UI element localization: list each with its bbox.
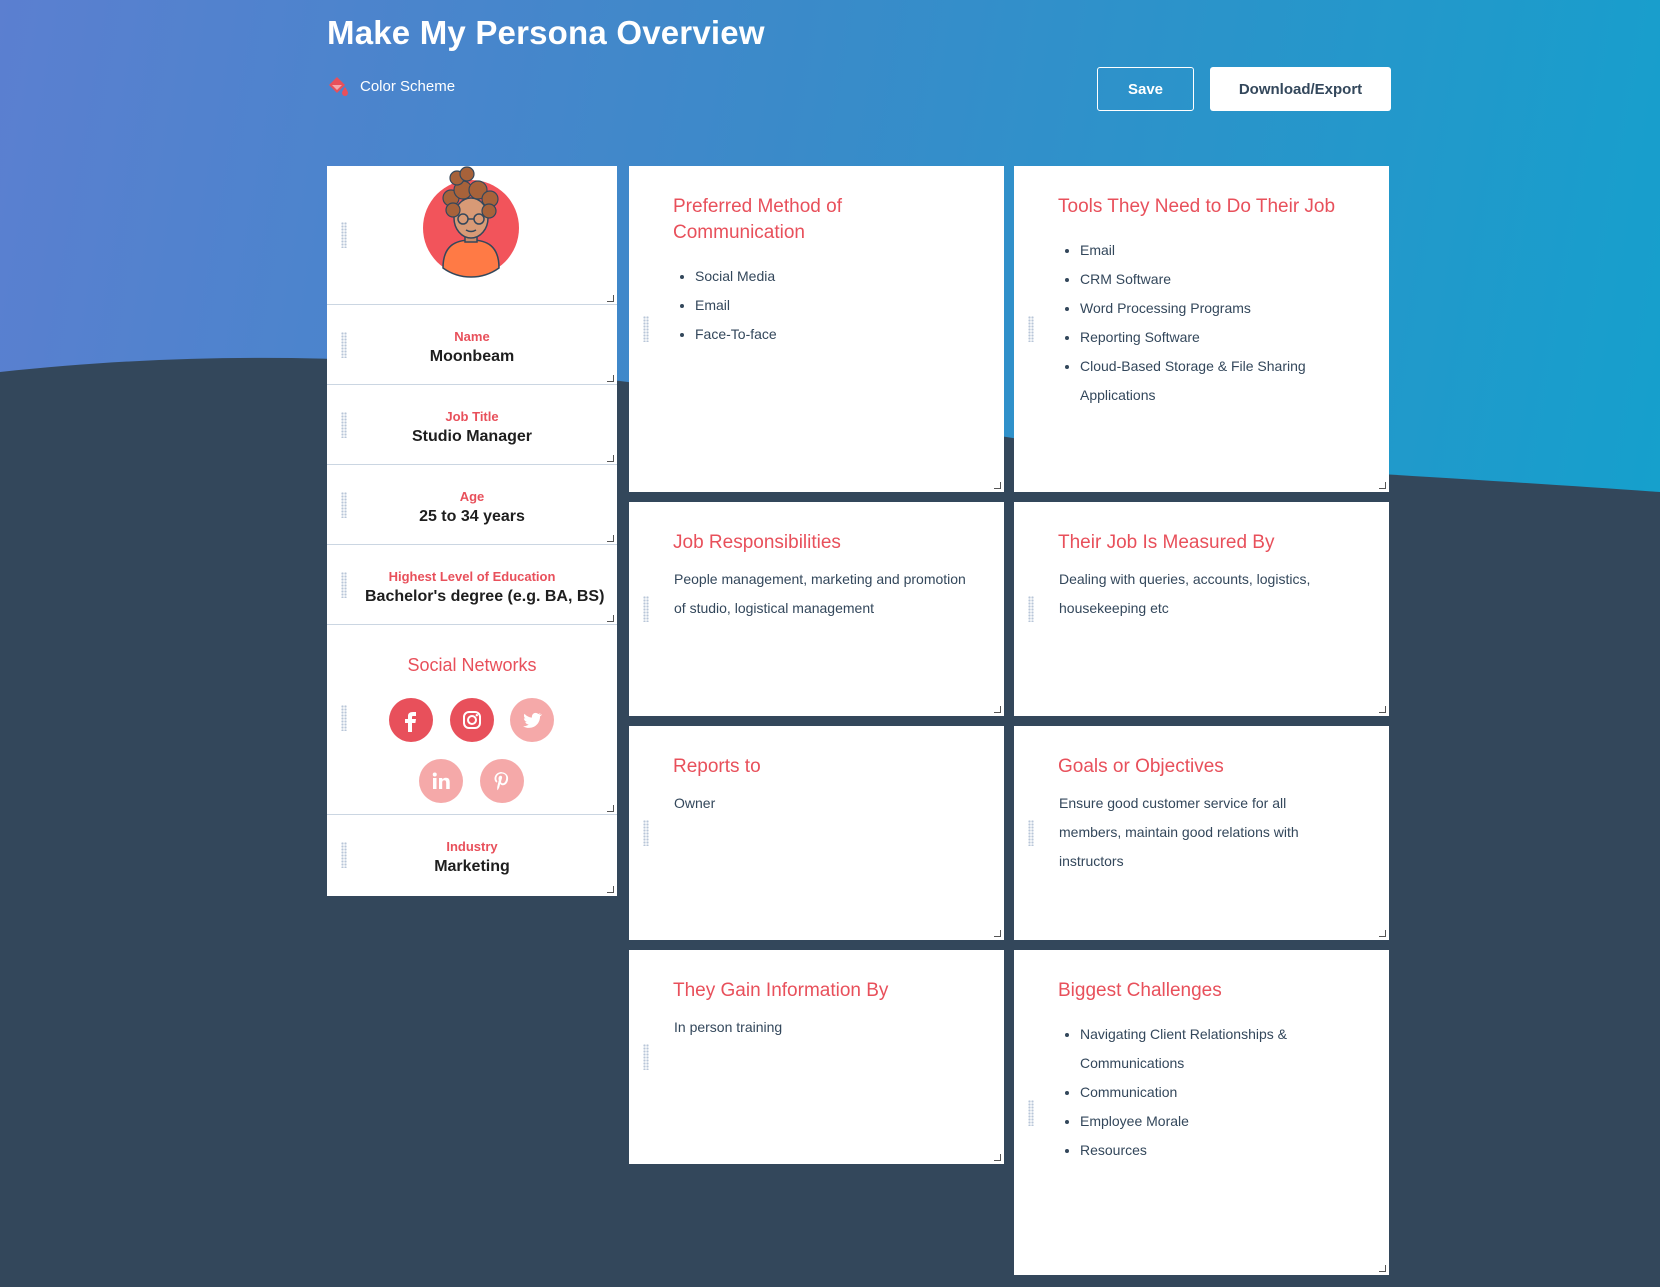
resize-handle[interactable] <box>994 706 1001 713</box>
list-item: Resources <box>1059 1136 1319 1165</box>
resize-handle[interactable] <box>994 482 1001 489</box>
download-export-button[interactable]: Download/Export <box>1210 67 1391 111</box>
social-networks-title: Social Networks <box>407 655 537 675</box>
communication-list: Social Media Email Face-To-face <box>674 262 777 349</box>
list-item: Communication <box>1059 1078 1319 1107</box>
education-value: Bachelor's degree (e.g. BA, BS) <box>365 588 605 605</box>
list-item: Navigating Client Relationships & Commun… <box>1059 1020 1319 1078</box>
page-title: Make My Persona Overview <box>327 14 765 51</box>
list-item: CRM Software <box>1059 265 1339 294</box>
name-value: Moonbeam <box>429 348 515 365</box>
industry-value: Marketing <box>434 858 510 875</box>
card-title: Preferred Method of Communication <box>673 196 842 243</box>
list-item: Email <box>1059 236 1339 265</box>
communication-card[interactable]: Preferred Method of Communication Social… <box>629 166 1004 492</box>
resize-handle[interactable] <box>1379 482 1386 489</box>
avatar-section <box>327 166 617 305</box>
social-networks-section: Social Networks <box>327 625 617 815</box>
measured-by-card[interactable]: Their Job Is Measured By Dealing with qu… <box>1014 502 1389 716</box>
card-text: Dealing with queries, accounts, logistic… <box>1059 571 1311 616</box>
age-label: Age <box>459 489 485 504</box>
card-text: In person training <box>674 1019 783 1035</box>
age-value: 25 to 34 years <box>419 508 525 525</box>
reports-to-card[interactable]: Reports to Owner <box>629 726 1004 940</box>
education-label: Highest Level of Education <box>388 569 556 584</box>
resize-handle[interactable] <box>1379 1265 1386 1272</box>
card-title: They Gain Information By <box>673 980 889 1001</box>
list-item: Reporting Software <box>1059 323 1339 352</box>
drag-handle[interactable] <box>341 222 347 248</box>
card-text: Ensure good customer service for all mem… <box>1059 795 1299 869</box>
paint-bucket-icon <box>329 77 348 96</box>
resize-handle[interactable] <box>607 295 614 302</box>
drag-handle[interactable] <box>341 705 347 731</box>
list-item: Word Processing Programs <box>1059 294 1339 323</box>
card-text: People management, marketing and promoti… <box>674 571 966 616</box>
list-item: Social Media <box>674 262 777 291</box>
card-title: Reports to <box>673 756 761 777</box>
pinterest-icon[interactable] <box>480 759 524 803</box>
drag-handle[interactable] <box>643 820 649 846</box>
resize-handle[interactable] <box>607 455 614 462</box>
resize-handle[interactable] <box>607 886 614 893</box>
name-field[interactable]: Name Moonbeam <box>327 305 617 385</box>
color-scheme-label: Color Scheme <box>360 77 456 95</box>
challenges-list: Navigating Client Relationships & Commun… <box>1059 1020 1319 1165</box>
card-title: Goals or Objectives <box>1058 756 1224 777</box>
resize-handle[interactable] <box>1379 706 1386 713</box>
color-scheme-button[interactable]: Color Scheme <box>326 74 455 98</box>
linkedin-icon[interactable] <box>419 759 463 803</box>
information-card[interactable]: They Gain Information By In person train… <box>629 950 1004 1164</box>
card-title: Their Job Is Measured By <box>1058 532 1275 553</box>
challenges-card[interactable]: Biggest Challenges Navigating Client Rel… <box>1014 950 1389 1275</box>
resize-handle[interactable] <box>607 805 614 812</box>
list-item: Email <box>674 291 777 320</box>
job-title-value: Studio Manager <box>411 428 532 445</box>
list-item: Employee Morale <box>1059 1107 1319 1136</box>
resize-handle[interactable] <box>607 375 614 382</box>
sidebar-panel: Name Moonbeam Job Title Studio Manager A… <box>327 166 617 896</box>
list-item: Cloud-Based Storage & File Sharing Appli… <box>1059 352 1339 410</box>
drag-handle[interactable] <box>643 316 649 342</box>
education-field[interactable]: Highest Level of Education Bachelor's de… <box>327 545 617 625</box>
card-title: Tools They Need to Do Their Job <box>1058 196 1336 217</box>
job-title-field[interactable]: Job Title Studio Manager <box>327 385 617 465</box>
resize-handle[interactable] <box>994 930 1001 937</box>
list-item: Face-To-face <box>674 320 777 349</box>
avatar-icon <box>423 166 519 278</box>
instagram-icon[interactable] <box>450 698 494 742</box>
drag-handle[interactable] <box>1028 820 1034 846</box>
save-button[interactable]: Save <box>1097 67 1194 111</box>
age-field[interactable]: Age 25 to 34 years <box>327 465 617 545</box>
drag-handle[interactable] <box>1028 316 1034 342</box>
card-title: Biggest Challenges <box>1058 980 1222 1001</box>
name-label: Name <box>454 329 490 344</box>
drag-handle[interactable] <box>643 1044 649 1070</box>
tools-list: Email CRM Software Word Processing Progr… <box>1059 236 1339 410</box>
card-text: Owner <box>674 795 716 811</box>
card-title: Job Responsibilities <box>673 532 841 553</box>
tools-card[interactable]: Tools They Need to Do Their Job Email CR… <box>1014 166 1389 492</box>
goals-card[interactable]: Goals or Objectives Ensure good customer… <box>1014 726 1389 940</box>
drag-handle[interactable] <box>1028 1100 1034 1126</box>
drag-handle[interactable] <box>1028 596 1034 622</box>
twitter-icon[interactable] <box>510 698 554 742</box>
drag-handle[interactable] <box>643 596 649 622</box>
resize-handle[interactable] <box>607 535 614 542</box>
job-title-label: Job Title <box>445 409 499 424</box>
industry-field[interactable]: Industry Marketing <box>327 815 617 896</box>
facebook-icon[interactable] <box>389 698 433 742</box>
resize-handle[interactable] <box>1379 930 1386 937</box>
industry-label: Industry <box>446 839 498 854</box>
resize-handle[interactable] <box>607 615 614 622</box>
resize-handle[interactable] <box>994 1154 1001 1161</box>
responsibilities-card[interactable]: Job Responsibilities People management, … <box>629 502 1004 716</box>
